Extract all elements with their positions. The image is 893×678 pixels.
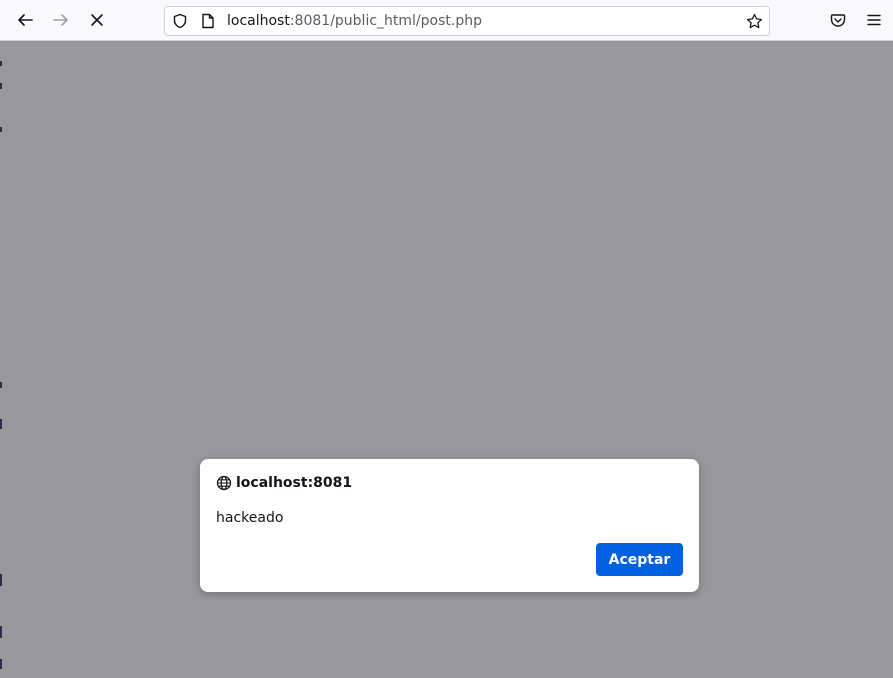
url-path: :8081/public_html/post.php — [289, 13, 482, 29]
page-edge-glyph — [0, 127, 2, 132]
url-text[interactable]: localhost:8081/public_html/post.php — [227, 13, 482, 30]
page-edge-glyph — [0, 626, 2, 638]
pocket-icon — [830, 12, 846, 28]
stop-icon — [89, 12, 105, 28]
stop-button[interactable] — [81, 4, 113, 36]
page-edge-glyph — [0, 83, 2, 89]
menu-button[interactable] — [858, 4, 890, 36]
dialog-message: hackeado — [216, 510, 284, 526]
bookmark-star-icon[interactable] — [746, 13, 763, 34]
back-button[interactable] — [9, 4, 41, 36]
back-arrow-icon — [16, 11, 34, 29]
page-edge-glyph — [0, 659, 2, 669]
forward-button[interactable] — [45, 4, 77, 36]
page-edge-glyph — [0, 382, 2, 388]
globe-icon — [216, 475, 232, 495]
alert-dialog: localhost:8081 hackeado Aceptar — [200, 459, 699, 592]
forward-arrow-icon — [52, 11, 70, 29]
page-edge-glyph — [0, 61, 2, 66]
browser-toolbar: localhost:8081/public_html/post.php — [0, 0, 893, 41]
tracking-shield-icon[interactable] — [172, 13, 188, 33]
url-host: localhost — [227, 13, 290, 29]
page-icon[interactable] — [201, 13, 215, 33]
accept-button[interactable]: Aceptar — [596, 543, 683, 576]
hamburger-menu-icon — [866, 12, 882, 28]
page-edge-glyph — [0, 419, 2, 429]
url-bar[interactable]: localhost:8081/public_html/post.php — [164, 6, 770, 36]
pocket-button[interactable] — [822, 4, 854, 36]
dialog-origin: localhost:8081 — [236, 475, 353, 491]
page-edge-glyph — [0, 574, 2, 586]
